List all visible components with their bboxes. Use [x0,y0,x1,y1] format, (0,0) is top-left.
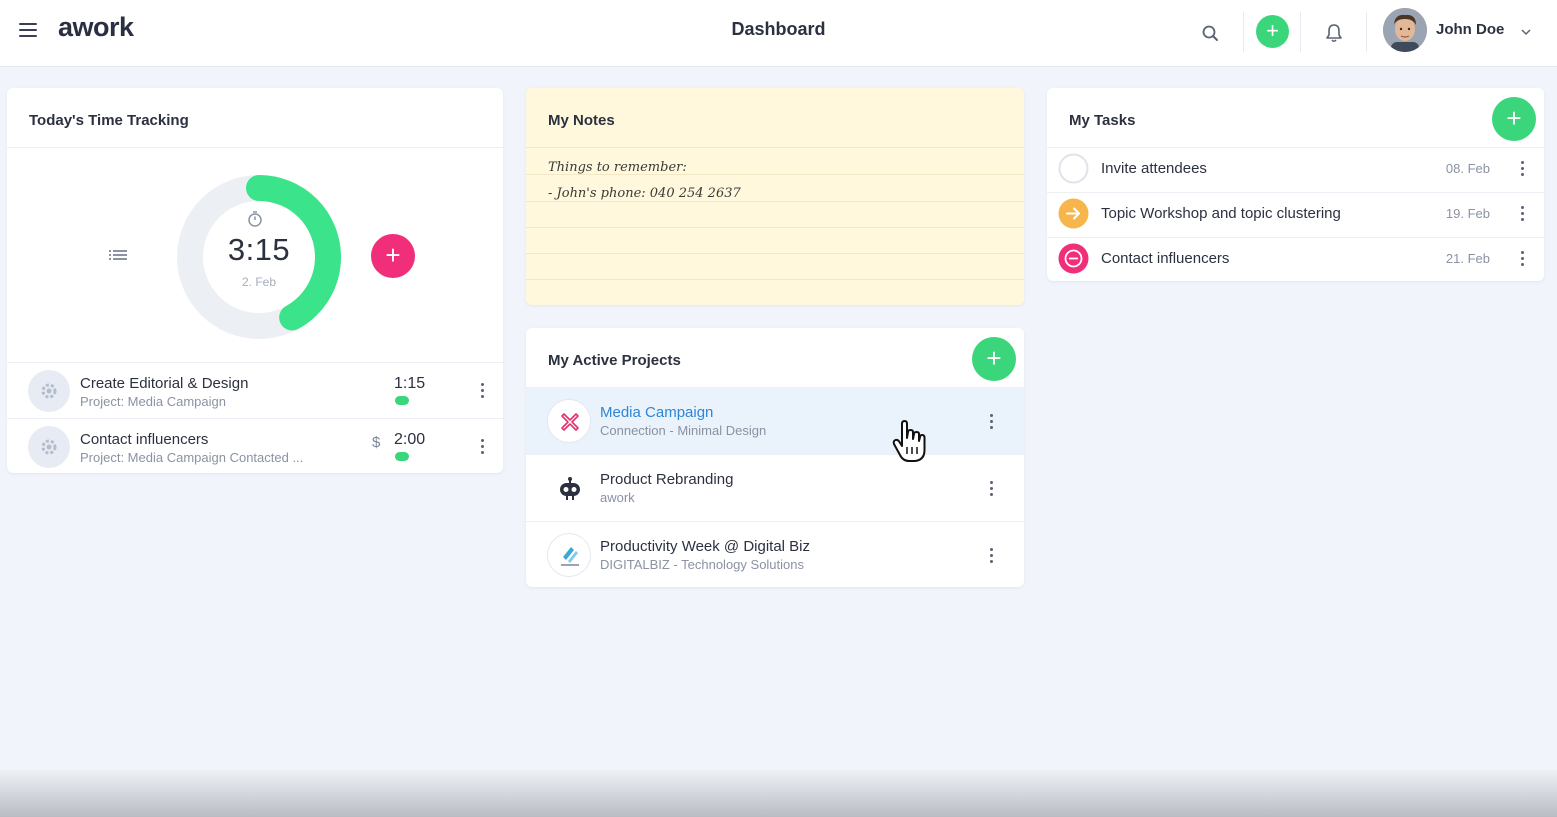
robot-logo-icon [547,466,591,510]
time-entry-title: Contact influencers [80,431,209,448]
tasks-card: My Tasks + Invite attendees 08. Feb Topi… [1047,88,1544,281]
time-entry[interactable]: Contact influencers Project: Media Campa… [7,420,503,475]
project-title[interactable]: Productivity Week @ Digital Biz [600,538,810,555]
connection-logo-icon [547,399,591,443]
task-status-open-icon[interactable] [1058,153,1089,184]
more-options-icon[interactable] [474,383,490,401]
tasks-title: My Tasks [1069,112,1136,129]
add-project-button[interactable]: + [972,337,1016,381]
time-entry-duration: 1:15 [394,375,426,392]
task-row[interactable]: Invite attendees 08. Feb [1047,147,1544,192]
project-title[interactable]: Media Campaign [600,404,713,421]
running-indicator [395,396,409,405]
top-bar: awork Dashboard + John Doe [0,0,1557,67]
task-title[interactable]: Invite attendees [1101,160,1207,177]
chevron-down-icon [1520,25,1532,37]
divider [7,147,503,148]
task-due-date: 21. Feb [1445,251,1490,266]
project-client: Connection - Minimal Design [600,423,767,438]
add-time-entry-button[interactable]: + [371,234,415,278]
gear-icon [28,426,70,468]
project-client: awork [600,490,635,505]
note-rule [526,147,1024,148]
bottom-shade [0,770,1557,817]
notes-title: My Notes [548,112,615,129]
time-entry-project: Project: Media Campaign [80,394,226,409]
note-rule [526,201,1024,202]
note-line: Things to remember: [548,160,687,175]
tracked-date: 2. Feb [241,275,277,289]
more-options-icon[interactable] [1514,206,1530,224]
time-entry[interactable]: Create Editorial & Design Project: Media… [7,364,503,419]
add-task-button[interactable]: + [1492,97,1536,141]
time-entry-duration: 2:00 [394,431,426,448]
project-row[interactable]: Media Campaign Connection - Minimal Desi… [526,388,1024,454]
more-options-icon[interactable] [1514,251,1530,269]
stopwatch-icon [246,210,264,228]
project-client: DIGITALBIZ - Technology Solutions [600,557,805,572]
task-title[interactable]: Topic Workshop and topic clustering [1101,205,1341,222]
note-rule [526,227,1024,228]
more-options-icon[interactable] [474,439,490,457]
more-options-icon[interactable] [1514,161,1530,179]
project-title[interactable]: Product Rebranding [600,471,733,488]
task-title[interactable]: Contact influencers [1101,250,1229,267]
time-entry-title: Create Editorial & Design [80,375,249,392]
logo[interactable]: awork [58,12,134,43]
more-options-icon[interactable] [983,481,999,499]
task-row[interactable]: Topic Workshop and topic clustering 19. … [1047,192,1544,237]
running-indicator [395,452,409,461]
time-entry-project: Project: Media Campaign Contacted ... [80,450,304,465]
list-icon[interactable] [109,248,129,262]
task-status-blocked-icon[interactable] [1058,243,1089,274]
page-title: Dashboard [731,19,826,39]
time-tracking-card: Today's Time Tracking 3:15 2. Feb + Crea… [7,88,503,473]
tracked-time: 3:15 [227,232,291,267]
notes-card[interactable]: My Notes Things to remember: - John's ph… [526,88,1024,305]
digitalbiz-logo-icon [547,533,591,577]
divider [7,418,503,419]
menu-icon[interactable] [19,23,37,37]
project-row[interactable]: Productivity Week @ Digital Biz DIGITALB… [526,522,1024,588]
avatar [1383,8,1427,52]
billable-icon: $ [372,434,381,451]
bell-icon[interactable] [1322,20,1346,46]
search-icon[interactable] [1197,20,1223,46]
quick-add-button[interactable]: + [1256,15,1289,48]
hand-cursor-icon [890,420,930,464]
task-row[interactable]: Contact influencers 21. Feb [1047,237,1544,282]
projects-card: My Active Projects + Media Campaign Conn… [526,328,1024,587]
projects-title: My Active Projects [548,352,681,369]
task-due-date: 19. Feb [1445,206,1490,221]
note-line: - John's phone: 040 254 2637 [548,186,741,201]
divider [1243,12,1244,52]
user-menu[interactable]: John Doe [1383,8,1543,54]
gear-icon [28,370,70,412]
divider [1300,12,1301,52]
note-rule [526,253,1024,254]
user-name: John Doe [1436,21,1505,38]
time-tracking-title: Today's Time Tracking [29,112,189,129]
divider [7,362,503,363]
task-due-date: 08. Feb [1445,161,1490,176]
more-options-icon[interactable] [983,548,999,566]
divider [1366,12,1367,52]
note-rule [526,279,1024,280]
task-status-progress-icon[interactable] [1058,198,1089,229]
more-options-icon[interactable] [983,414,999,432]
project-row[interactable]: Product Rebranding awork [526,455,1024,521]
